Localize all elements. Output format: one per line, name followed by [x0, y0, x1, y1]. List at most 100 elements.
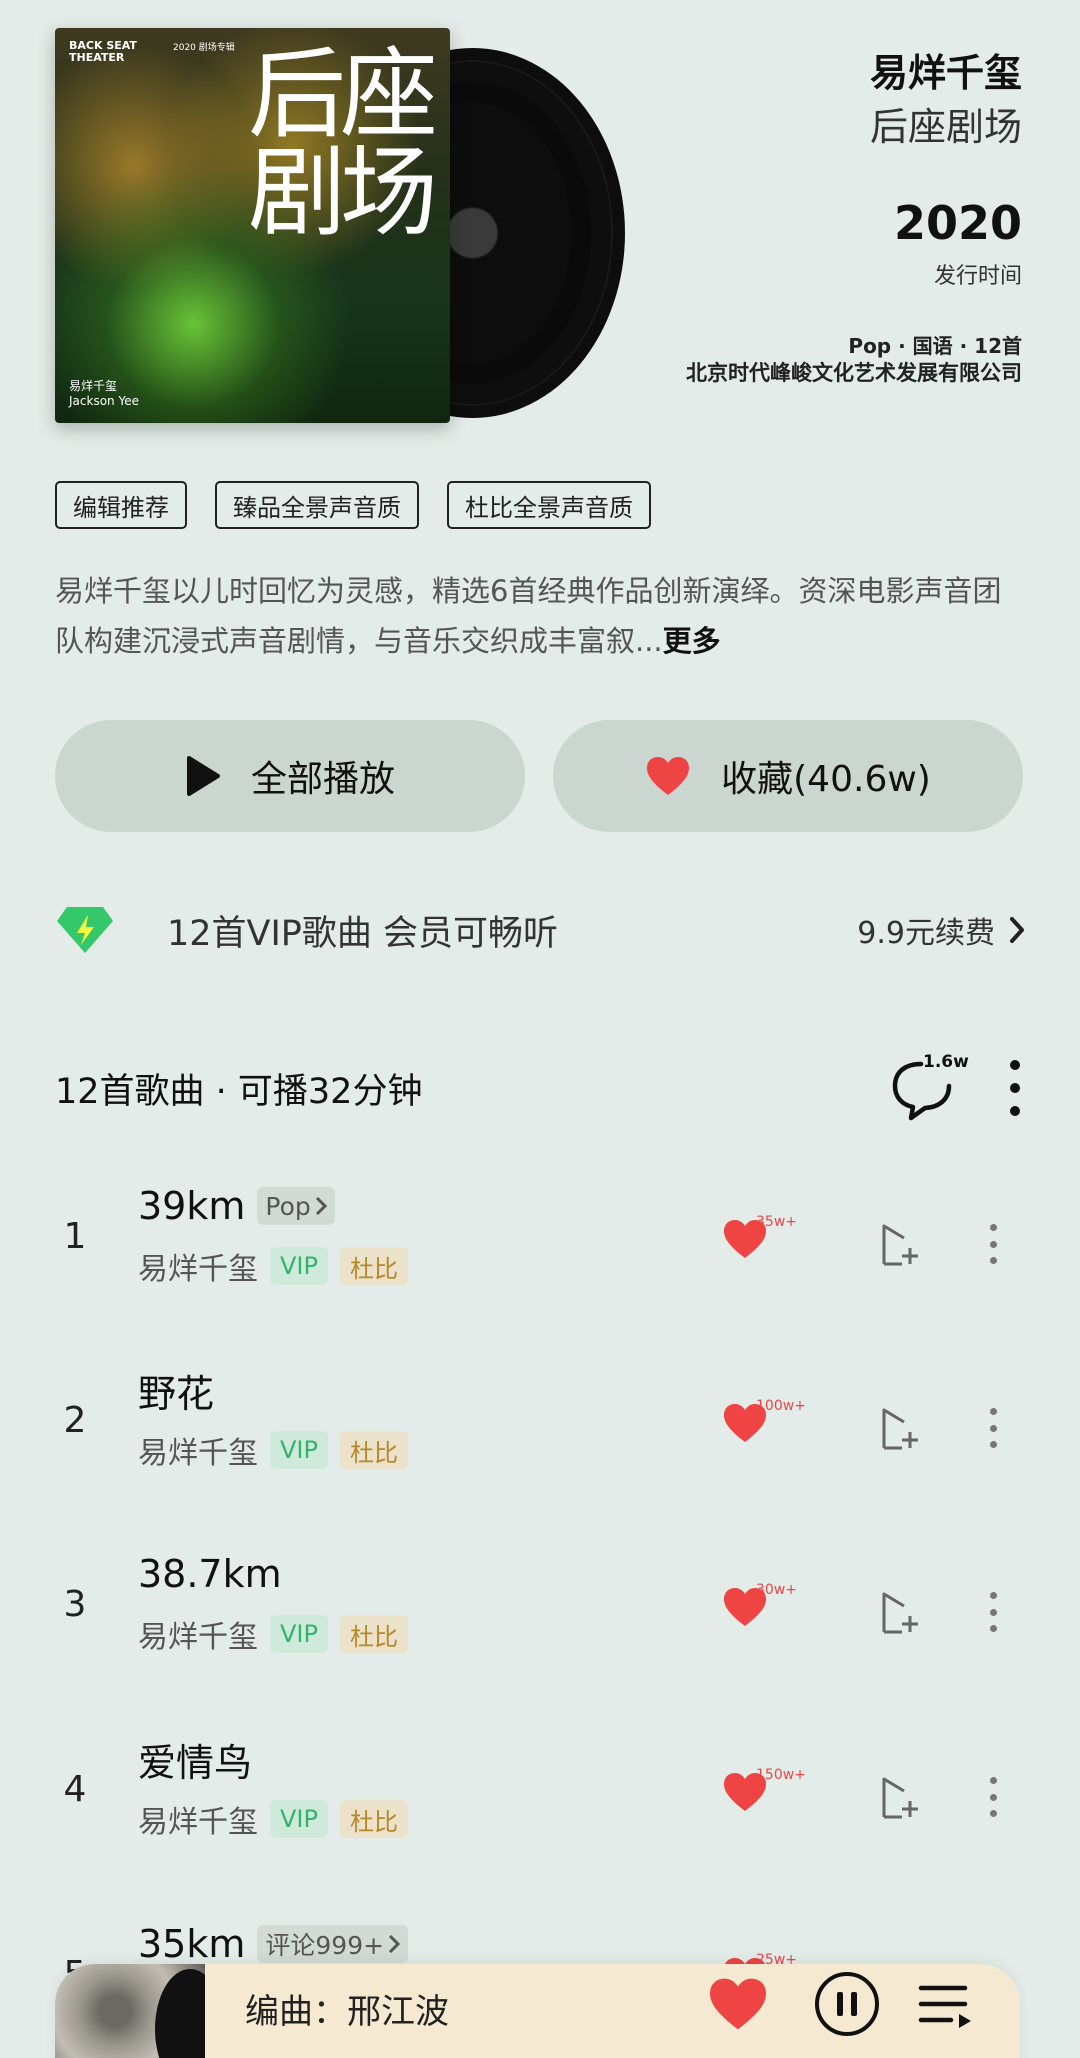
add-to-playlist-button[interactable]	[878, 1404, 924, 1452]
heart-icon	[645, 755, 691, 797]
playlist-icon	[918, 1985, 971, 2028]
album-artist[interactable]: 易烊千玺	[870, 42, 1022, 97]
genre-chip[interactable]: Pop	[257, 1187, 335, 1225]
song-list-header: 12首歌曲 · 可播32分钟 1.6w	[55, 1052, 1025, 1121]
song-title: 爱情鸟	[138, 1733, 252, 1785]
song-row[interactable]: 1 39km Pop 易烊千玺 VIP 杜比 35w+	[0, 1180, 1080, 1300]
song-index: 1	[63, 1216, 87, 1257]
play-all-label: 全部播放	[250, 759, 395, 800]
song-more-icon[interactable]	[988, 1777, 998, 1817]
playlist-button[interactable]	[917, 1980, 973, 2036]
song-title-text: 39km	[138, 1184, 246, 1228]
vip-badge: VIP	[270, 1615, 328, 1653]
song-like-button[interactable]: 30w+	[722, 1582, 802, 1646]
favorite-button[interactable]: 收藏(40.6w)	[553, 720, 1023, 832]
tag-premium-spatial[interactable]: 臻品全景声音质	[215, 481, 419, 529]
album-year-label: 发行时间	[933, 264, 1022, 289]
like-count: 30w+	[756, 1582, 797, 1598]
song-artist: 易烊千玺	[138, 1620, 258, 1655]
like-count: 100w+	[756, 1398, 806, 1414]
add-to-playlist-icon	[882, 1777, 918, 1819]
dolby-badge: 杜比	[339, 1431, 408, 1469]
add-to-playlist-icon	[882, 1408, 918, 1450]
song-row[interactable]: 2 野花 易烊千玺 VIP 杜比 100w+	[0, 1364, 1080, 1484]
song-like-button[interactable]: 150w+	[722, 1767, 806, 1831]
song-title-text: 野花	[138, 1371, 215, 1416]
vip-renew-label: 9.9元续费	[857, 916, 995, 951]
song-artist: 易烊千玺	[138, 1436, 258, 1471]
cover-tag: BACK SEAT THEATER	[69, 39, 137, 64]
add-to-playlist-icon	[882, 1224, 918, 1266]
mini-player[interactable]: 编曲：邢江波	[55, 1964, 1020, 2058]
comment-chip-label: 评论999+	[265, 1931, 385, 1960]
chevron-right-icon	[389, 1934, 401, 1954]
song-more-icon[interactable]	[988, 1592, 998, 1632]
cover-artist: 易烊千玺 Jackson Yee	[69, 379, 139, 409]
song-more-icon[interactable]	[988, 1408, 998, 1448]
cover-artist-cn: 易烊千玺	[69, 379, 118, 393]
album-page: BACK SEAT THEATER 2020 剧场专辑 后座剧场 易烊千玺 Ja…	[0, 0, 1080, 2058]
song-like-button[interactable]: 35w+	[722, 1214, 802, 1278]
song-title: 野花	[138, 1364, 214, 1416]
vip-diamond-icon	[55, 905, 115, 955]
song-title: 39km Pop	[138, 1180, 335, 1232]
album-company: 北京时代峰峻文化艺术发展有限公司	[686, 361, 1022, 385]
song-more-icon[interactable]	[988, 1224, 998, 1264]
list-more-icon[interactable]	[1005, 1060, 1025, 1116]
vip-badge: VIP	[270, 1247, 328, 1285]
vip-text: 12首VIP歌曲 会员可畅听	[167, 913, 559, 954]
like-count: 35w+	[756, 1214, 797, 1230]
pause-icon	[837, 1992, 843, 2016]
player-artwork[interactable]	[55, 1964, 205, 2058]
cover-big-title: 后座剧场	[247, 38, 438, 250]
chevron-right-icon	[1010, 917, 1024, 943]
song-like-button[interactable]: 100w+	[722, 1398, 806, 1462]
album-meta: Pop · 国语 · 12首	[848, 334, 1022, 358]
dolby-badge: 杜比	[339, 1615, 408, 1653]
album-cover-area[interactable]: BACK SEAT THEATER 2020 剧场专辑 后座剧场 易烊千玺 Ja…	[55, 28, 625, 428]
song-title-text: 35km	[138, 1922, 246, 1966]
comment-count: 1.6w	[923, 1052, 969, 1072]
song-index: 4	[63, 1769, 87, 1810]
description-more-link[interactable]: 更多	[663, 624, 721, 658]
song-index: 3	[63, 1584, 87, 1625]
vip-renew-link[interactable]: 9.9元续费	[857, 908, 1025, 952]
add-to-playlist-button[interactable]	[878, 1773, 924, 1821]
cover-artist-en: Jackson Yee	[69, 394, 139, 408]
player-like-button[interactable]	[707, 1976, 769, 2036]
player-now-playing-text: 编曲：邢江波	[245, 1992, 449, 2032]
add-to-playlist-icon	[882, 1592, 918, 1634]
album-year: 2020	[893, 196, 1022, 250]
pause-button[interactable]	[815, 1972, 879, 2036]
album-cover[interactable]: BACK SEAT THEATER 2020 剧场专辑 后座剧场 易烊千玺 Ja…	[55, 28, 450, 423]
tag-editor-pick[interactable]: 编辑推荐	[55, 481, 187, 529]
album-tags: 编辑推荐 臻品全景声音质 杜比全景声音质	[55, 481, 651, 529]
song-title-text: 爱情鸟	[138, 1740, 253, 1785]
add-to-playlist-button[interactable]	[878, 1588, 924, 1636]
song-list-summary: 12首歌曲 · 可播32分钟	[55, 1071, 423, 1112]
tag-dolby-atmos[interactable]: 杜比全景声音质	[447, 481, 651, 529]
vip-badge: VIP	[270, 1431, 328, 1469]
song-subline: 易烊千玺 VIP 杜比	[138, 1428, 408, 1472]
dolby-badge: 杜比	[339, 1247, 408, 1285]
comment-button[interactable]: 1.6w	[889, 1052, 969, 1121]
heart-icon	[710, 1978, 766, 2030]
chevron-right-icon	[315, 1196, 327, 1216]
like-count: 150w+	[756, 1767, 806, 1783]
vip-banner[interactable]: 12首VIP歌曲 会员可畅听 9.9元续费	[55, 900, 1025, 960]
song-row[interactable]: 4 爱情鸟 易烊千玺 VIP 杜比 150w+	[0, 1733, 1080, 1853]
album-description[interactable]: 易烊千玺以儿时回忆为灵感，精选6首经典作品创新演绎。资深电影声音团队构建沉浸式声…	[55, 566, 1030, 666]
action-buttons: 全部播放 收藏(40.6w)	[55, 720, 1023, 832]
song-title: 35km 评论999+	[138, 1918, 409, 1970]
description-text: 易烊千玺以儿时回忆为灵感，精选6首经典作品创新演绎。资深电影声音团队构建沉浸式声…	[55, 574, 1002, 658]
add-to-playlist-button[interactable]	[878, 1220, 924, 1268]
comment-chip[interactable]: 评论999+	[257, 1925, 409, 1963]
album-title: 后座剧场	[869, 105, 1022, 149]
song-title-text: 38.7km	[138, 1552, 282, 1596]
song-artist: 易烊千玺	[138, 1805, 258, 1840]
play-all-button[interactable]: 全部播放	[55, 720, 525, 832]
song-row[interactable]: 3 38.7km 易烊千玺 VIP 杜比 30w+	[0, 1548, 1080, 1668]
dolby-badge: 杜比	[339, 1800, 408, 1838]
song-index: 2	[63, 1400, 87, 1441]
song-title: 38.7km	[138, 1548, 282, 1600]
